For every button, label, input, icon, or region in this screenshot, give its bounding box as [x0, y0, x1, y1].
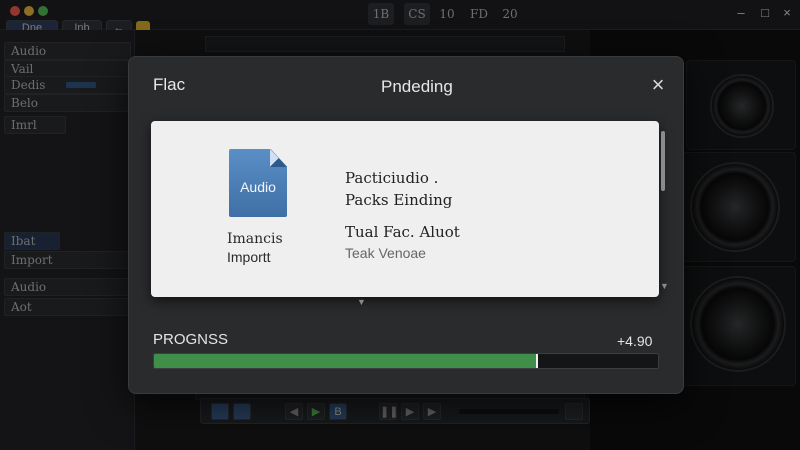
scroll-down-icon[interactable]: ▼	[660, 281, 669, 291]
vertical-scrollbar[interactable]: ▼	[660, 125, 669, 295]
progress-label: PROGNSS	[153, 331, 229, 348]
info-line-3: Tual Fac. Aluot	[345, 223, 460, 241]
horizontal-scrollbar[interactable]: ▼	[151, 297, 659, 307]
file-info-panel: Audio Imancis Importt Pacticiudio . Pack…	[151, 121, 671, 307]
progress-value: +4.90	[617, 333, 653, 349]
progress-handle	[536, 354, 539, 368]
progress-bar	[153, 353, 659, 369]
scroll-down-icon[interactable]: ▼	[357, 297, 366, 307]
dialog-format-label: Flac	[153, 75, 186, 94]
info-line-2: Packs Einding	[345, 191, 453, 209]
progress-fill	[154, 354, 538, 368]
dialog-title: Pndeding	[381, 77, 453, 96]
file-caption-line2: Importt	[227, 249, 271, 265]
file-caption-line1: Imancis	[227, 231, 283, 247]
info-line-1: Pacticiudio .	[345, 169, 439, 187]
file-info-card: Audio Imancis Importt Pacticiudio . Pack…	[151, 121, 659, 297]
file-audio-icon: Audio	[229, 149, 287, 217]
file-icon-label: Audio	[240, 179, 276, 195]
info-line-4: Teak Venoae	[345, 245, 426, 261]
import-progress-dialog: Flac Pndeding × Audio Imancis Importt Pa…	[128, 56, 684, 394]
scrollbar-thumb[interactable]	[661, 131, 665, 191]
close-icon[interactable]: ×	[647, 74, 669, 97]
